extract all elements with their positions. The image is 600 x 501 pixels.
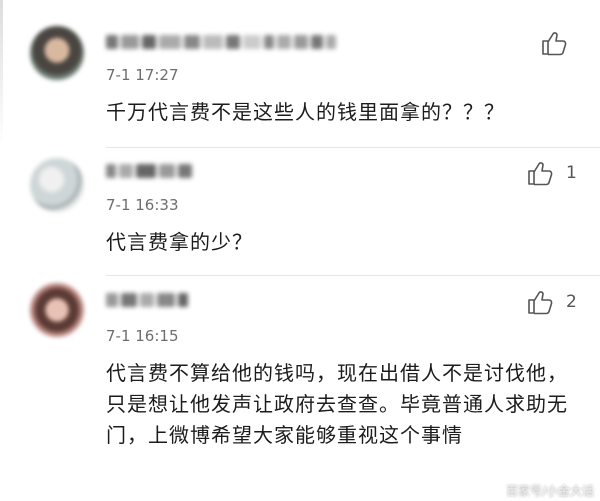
comment-time: 7-1 16:15	[106, 327, 179, 345]
comment-text: 代言费不算给他的钱吗，现在出借人不是讨伐他，只是想让他发声让政府去查查。毕竟普通…	[106, 361, 568, 447]
like-count: 2	[566, 292, 577, 312]
thumbs-up-icon	[528, 291, 553, 315]
thumbs-up-icon	[528, 162, 553, 186]
like-button[interactable]	[540, 30, 580, 56]
avatar[interactable]	[30, 158, 84, 212]
comment-divider	[106, 147, 600, 148]
comment-time: 7-1 16:33	[106, 196, 179, 214]
thumbs-up-icon	[542, 32, 567, 56]
left-edge-shadow	[0, 0, 3, 150]
like-button[interactable]: 2	[526, 289, 577, 315]
avatar[interactable]	[30, 26, 84, 80]
avatar[interactable]	[30, 283, 84, 337]
watermark: 百家号/小金大话	[505, 484, 594, 498]
username-blurred[interactable]	[106, 162, 192, 180]
comment-time: 7-1 17:27	[106, 66, 179, 84]
comment-text: 代言费拿的少？	[106, 230, 253, 254]
comment-divider	[106, 275, 600, 276]
comment-text: 千万代言费不是这些人的钱里面拿的？？？	[106, 100, 505, 124]
username-blurred[interactable]	[106, 33, 336, 51]
username-blurred[interactable]	[106, 291, 188, 309]
like-count: 1	[566, 163, 577, 183]
like-button[interactable]: 1	[526, 160, 577, 186]
